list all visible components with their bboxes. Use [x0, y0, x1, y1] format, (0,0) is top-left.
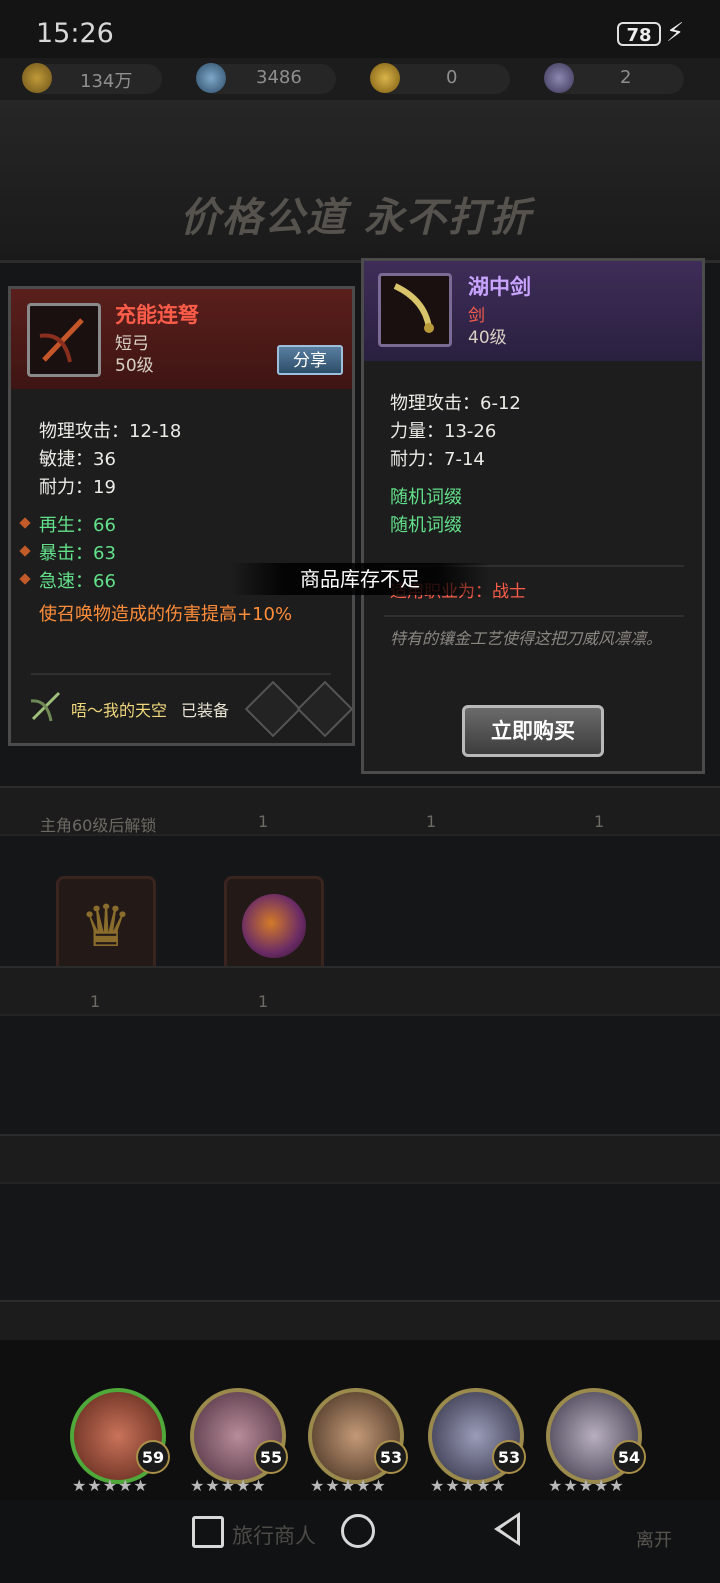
currency-crystal[interactable]: 2 — [544, 63, 684, 94]
clock: 15:26 — [36, 18, 114, 49]
item-description: 特有的镶金工艺使得这把刀威风凛凛。 — [390, 629, 663, 648]
trophy-icon: ♛ — [80, 892, 132, 960]
divider — [384, 615, 684, 617]
shop-slogan: 价格公道 永不打折 — [180, 195, 532, 241]
bonus-stat: 再生：66 — [39, 515, 116, 536]
random-affix: 随机词缀 — [390, 487, 462, 508]
slot-count: 1 — [426, 812, 437, 831]
equipped-label: 已装备 — [181, 701, 230, 720]
currency-bar: 134万 3486 0 2 — [0, 58, 720, 100]
blue-gem-icon — [196, 63, 226, 93]
bonus-bullet-icon — [19, 573, 31, 585]
recents-nav-icon[interactable] — [192, 1516, 224, 1548]
hero-stars: ★★★★★ — [310, 1476, 387, 1495]
leave-button[interactable]: 离开 — [636, 1526, 672, 1552]
equipped-item-level: 50级 — [115, 356, 154, 376]
home-nav-icon[interactable] — [341, 1514, 375, 1548]
equipped-owner: 唔～我的天空 — [71, 701, 168, 720]
random-affix: 随机词缀 — [390, 515, 462, 536]
purple-crystal-icon — [544, 63, 574, 93]
hero-level-badge: 53 — [492, 1440, 526, 1474]
bonus-bullet-icon — [19, 517, 31, 529]
stat-line: 耐力：7-14 — [390, 449, 485, 470]
divider — [31, 673, 331, 675]
travel-merchant-label: 旅行商人 — [232, 1524, 316, 1548]
currency-gem[interactable]: 3486 — [196, 63, 336, 94]
buy-now-button[interactable]: 立即购买 — [462, 705, 604, 757]
stat-line: 物理攻击：12-18 — [39, 421, 182, 442]
hero-stars: ★★★★★ — [430, 1476, 507, 1495]
stat-line: 物理攻击：6-12 — [390, 393, 521, 414]
crossbow-icon — [27, 303, 101, 377]
stat-line: 敏捷：36 — [39, 449, 116, 470]
crystal-amount: 2 — [620, 67, 632, 88]
gold-feather-icon — [370, 63, 400, 93]
equipped-item-name: 充能连弩 — [115, 303, 199, 327]
slot-count: 1 — [258, 812, 269, 831]
battery-indicator: 78 — [617, 22, 661, 46]
currency-gold[interactable]: 134万 — [22, 63, 162, 94]
stat-line: 耐力：19 — [39, 477, 116, 498]
shop-item-card: 湖中剑 剑 40级 物理攻击：6-12 力量：13-26 耐力：7-14 随机词… — [361, 258, 705, 774]
effect-text: 使召唤物造成的伤害提高+10% — [39, 604, 293, 625]
hero-stars: ★★★★★ — [72, 1476, 149, 1495]
bonus-bullet-icon — [19, 545, 31, 557]
shop-item-name: 湖中剑 — [468, 275, 531, 299]
shelf-row-2 — [0, 966, 720, 1016]
hero-level-badge: 59 — [136, 1440, 170, 1474]
weapon-slot-icon[interactable] — [244, 680, 302, 738]
currency-feather[interactable]: 0 — [370, 63, 510, 94]
feather-amount: 0 — [446, 67, 458, 88]
back-nav-icon-inner — [500, 1517, 517, 1541]
gem-amount: 3486 — [256, 67, 302, 88]
stat-line: 力量：13-26 — [390, 421, 497, 442]
shop-item-trophy[interactable]: ♛ — [56, 876, 156, 976]
hero-stars: ★★★★★ — [548, 1476, 625, 1495]
hero-level-badge: 53 — [374, 1440, 408, 1474]
locked-slot-caption: 主角60级后解锁 — [40, 816, 157, 835]
shop-item-orb[interactable] — [224, 876, 324, 976]
orb-icon — [242, 894, 306, 958]
slot-count: 1 — [594, 812, 605, 831]
hero-level-badge: 55 — [254, 1440, 288, 1474]
charging-icon: ⚡ — [666, 18, 685, 48]
out-of-stock-toast: 商品库存不足 — [230, 563, 490, 595]
slot-count: 1 — [258, 992, 269, 1011]
gold-coin-icon — [22, 63, 52, 93]
sword-icon — [378, 273, 452, 347]
shop-item-level: 40级 — [468, 328, 507, 348]
hero-stars: ★★★★★ — [190, 1476, 267, 1495]
gold-amount: 134万 — [80, 71, 133, 92]
bonus-stat: 急速：66 — [39, 571, 116, 592]
bonus-stat: 暴击：63 — [39, 543, 116, 564]
armor-slot-icon[interactable] — [296, 680, 354, 738]
hero-level-badge: 54 — [612, 1440, 646, 1474]
character-bow-icon — [27, 687, 65, 725]
shelf-row-3 — [0, 1134, 720, 1184]
share-button[interactable]: 分享 — [277, 345, 343, 375]
equipped-item-card: 充能连弩 短弓 50级 分享 物理攻击：12-18 敏捷：36 耐力：19 再生… — [8, 286, 355, 746]
slot-count: 1 — [90, 992, 101, 1011]
